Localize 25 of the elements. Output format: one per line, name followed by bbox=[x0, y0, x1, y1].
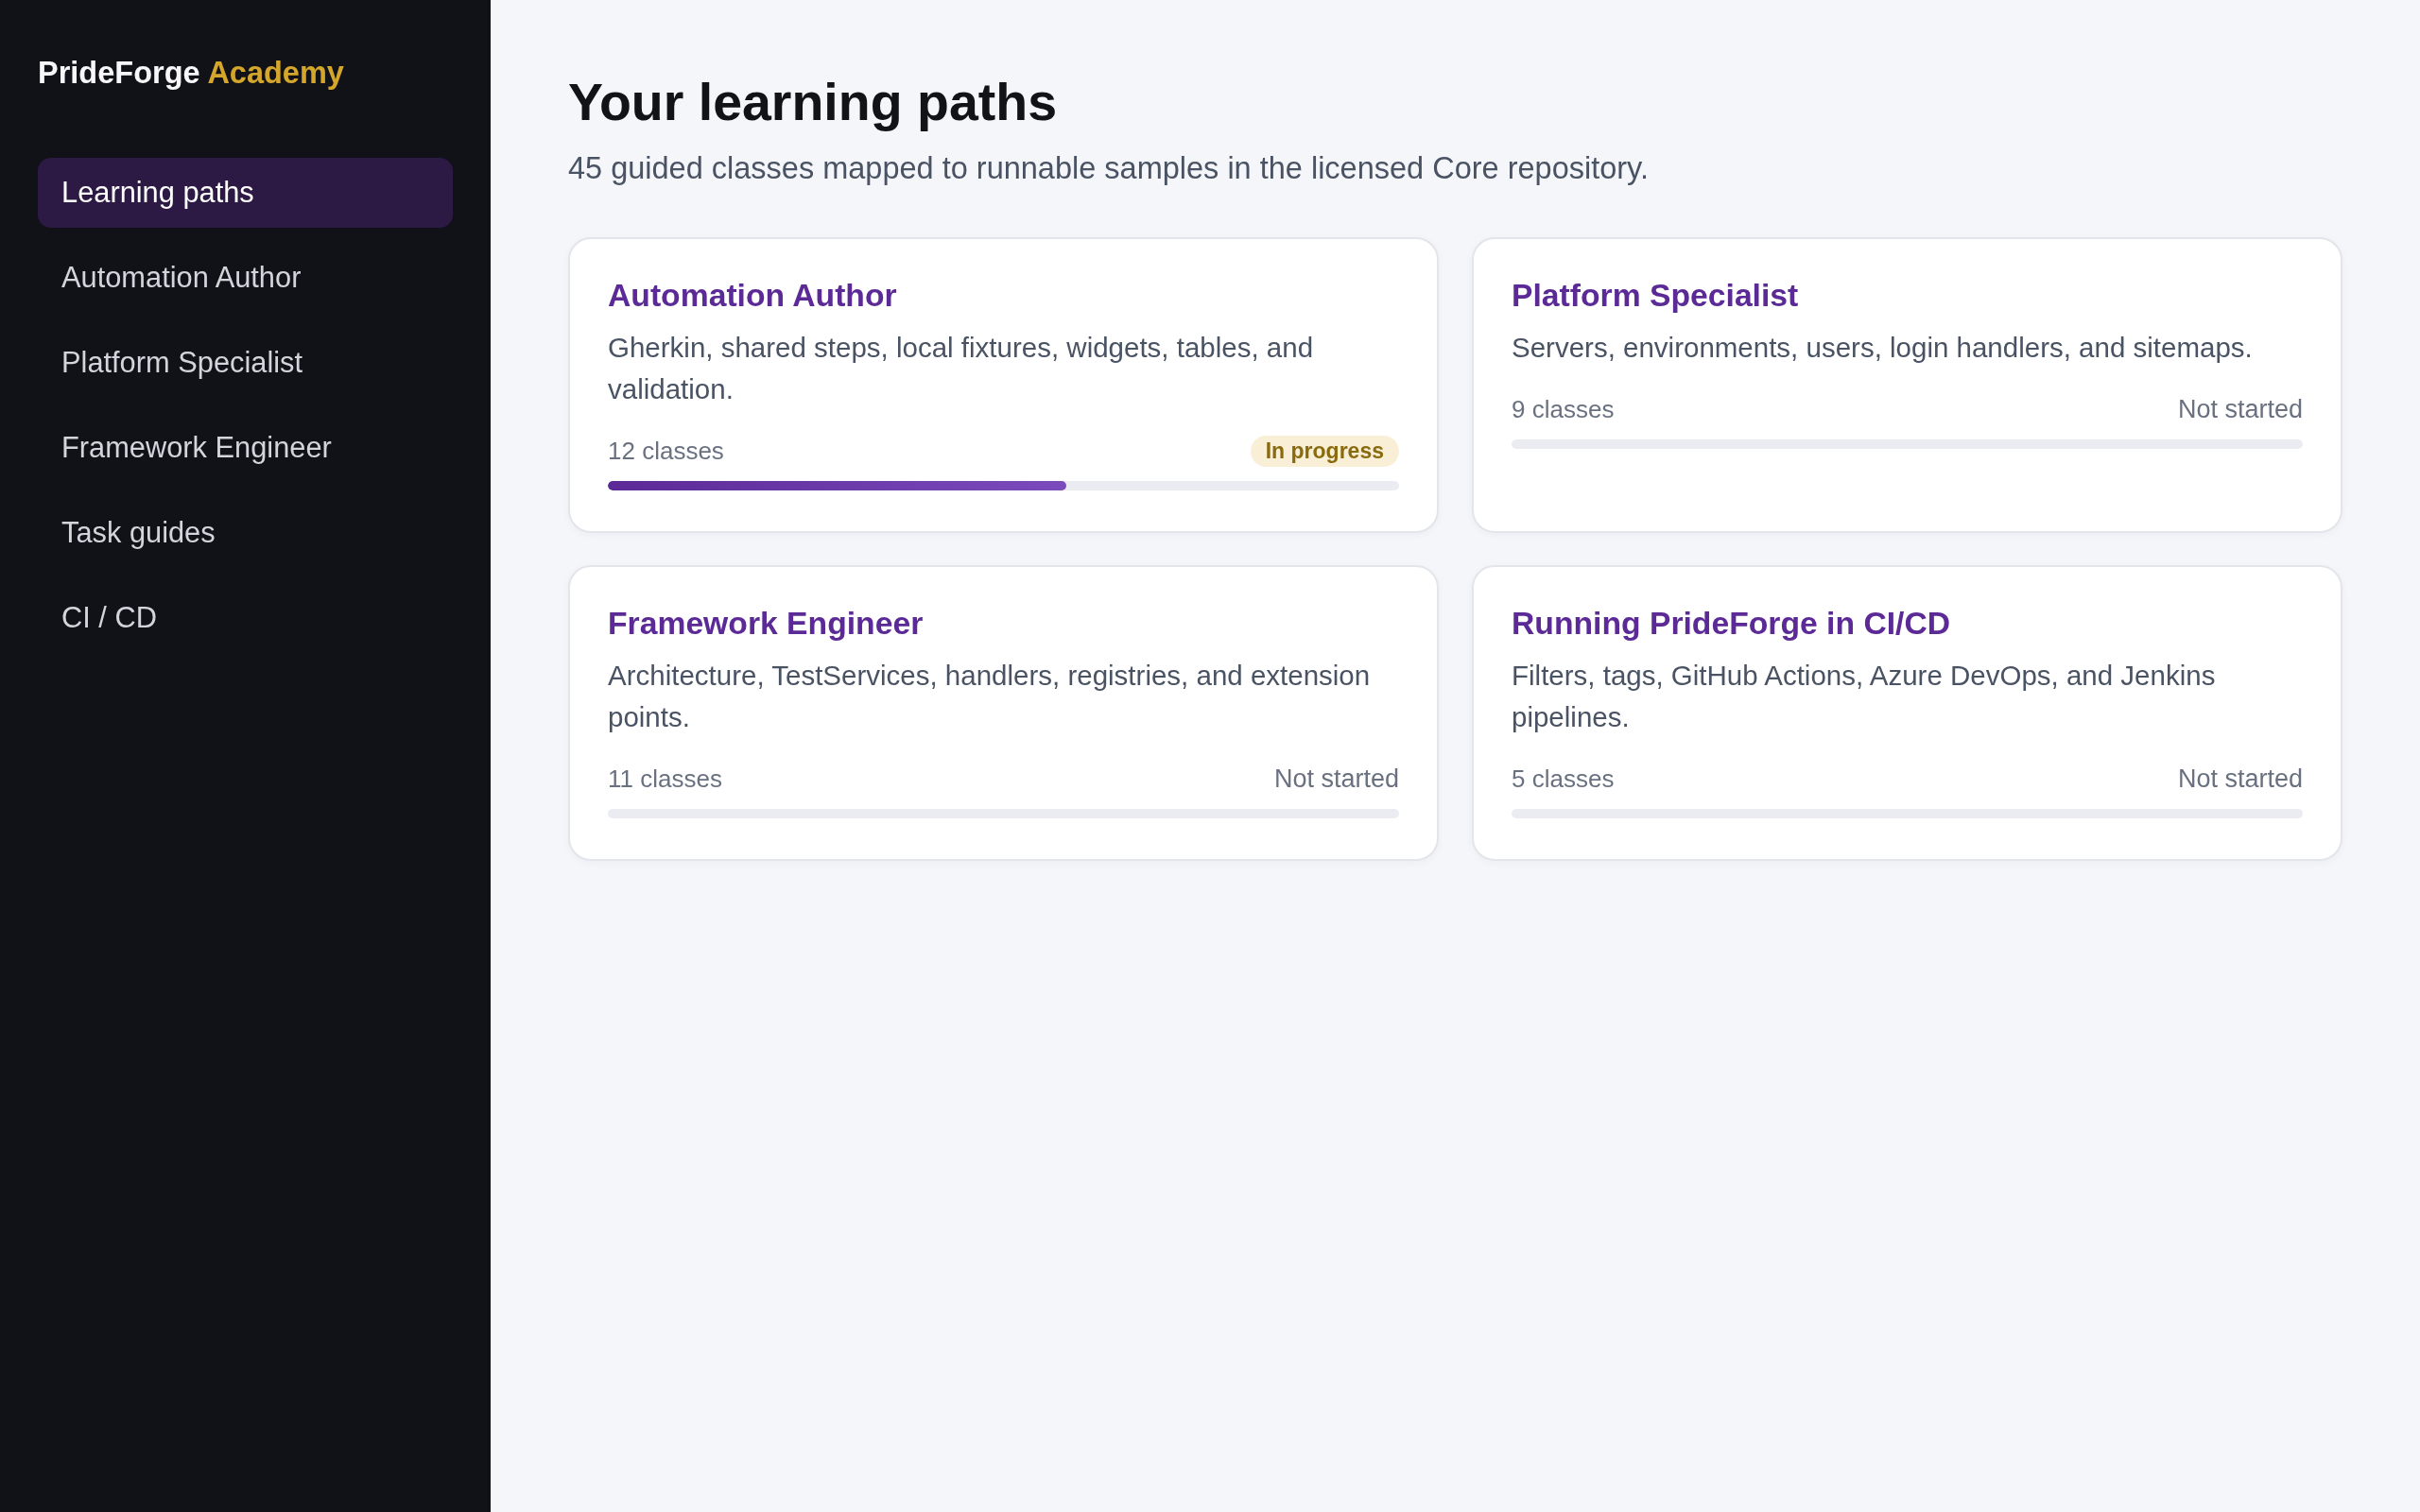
path-description: Gherkin, shared steps, local fixtures, widgets, tables, and validation. bbox=[608, 331, 1315, 406]
status-text: Not started bbox=[2177, 764, 2303, 795]
page-title: Your learning paths bbox=[568, 72, 1058, 133]
path-description: Filters, tags, GitHub Actions, Azure DevOps, and Jenkins pipelines. bbox=[1512, 659, 2217, 734]
status-badge: In progress bbox=[1250, 435, 1399, 467]
nav-link[interactable]: Automation Author bbox=[38, 243, 453, 313]
path-title-link[interactable]: Platform Specialist bbox=[1512, 276, 1799, 314]
status-text: Not started bbox=[2177, 394, 2303, 425]
path-description: Servers, environments, users, login handlers, and sitemaps. bbox=[1512, 331, 2254, 365]
path-title-link[interactable]: Framework Engineer bbox=[608, 604, 924, 642]
brand-name: PrideForge Academy bbox=[38, 55, 344, 91]
class-count: 9 classes bbox=[1512, 394, 1615, 425]
path-description: Architecture, TestServices, handlers, registries, and extension points. bbox=[608, 659, 1372, 734]
nav-link[interactable]: Learning paths bbox=[38, 158, 453, 228]
class-count: 5 classes bbox=[1512, 764, 1615, 795]
page-subtitle: 45 guided classes mapped to runnable samples in the licensed Core repository. bbox=[568, 150, 1649, 187]
nav-link[interactable]: Task guides bbox=[38, 498, 453, 568]
path-title-link[interactable]: Running PrideForge in CI/CD bbox=[1512, 604, 1951, 642]
path-title-link[interactable]: Automation Author bbox=[608, 276, 897, 314]
nav-link[interactable]: Platform Specialist bbox=[38, 328, 453, 398]
class-count: 12 classes bbox=[608, 436, 724, 467]
nav-link[interactable]: CI / CD bbox=[38, 583, 453, 653]
status-text: Not started bbox=[1273, 764, 1399, 795]
class-count: 11 classes bbox=[608, 764, 722, 795]
nav-link[interactable]: Framework Engineer bbox=[38, 413, 453, 483]
